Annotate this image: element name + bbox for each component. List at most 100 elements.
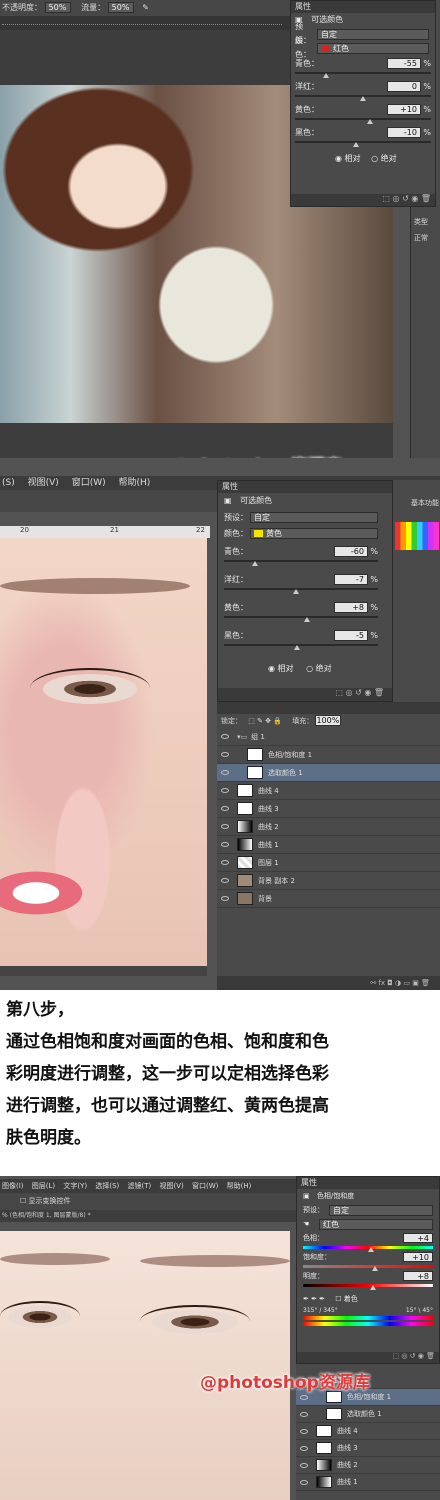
slider-track[interactable]: [224, 616, 378, 618]
mask-icon[interactable]: ◘: [387, 979, 393, 987]
layer-row[interactable]: 选取颜色 1: [296, 1406, 440, 1423]
visibility-eye-icon[interactable]: [221, 860, 229, 865]
menu-item[interactable]: 窗口(W): [192, 1182, 218, 1190]
visibility-eye-icon[interactable]: [221, 824, 229, 829]
menu-item[interactable]: 窗口(W): [72, 478, 106, 488]
trash-icon[interactable]: 🗑: [421, 194, 431, 203]
layer-row[interactable]: 背景: [217, 890, 440, 908]
color-select[interactable]: 红色: [317, 42, 429, 54]
menu-item[interactable]: 图像(I): [2, 1182, 24, 1190]
menu-item[interactable]: 帮助(H): [118, 478, 150, 488]
visibility-icon[interactable]: ◉: [364, 688, 371, 697]
slider-knob[interactable]: [294, 645, 301, 650]
layer-row[interactable]: 色相/饱和度 1: [217, 746, 440, 764]
slider-track[interactable]: [295, 141, 431, 143]
trash-icon[interactable]: 🗑: [374, 688, 384, 697]
clip-icon[interactable]: ⬚: [335, 688, 343, 697]
visibility-eye-icon[interactable]: [300, 1411, 308, 1417]
channel-select[interactable]: 红色: [319, 1218, 433, 1230]
slider-value[interactable]: -5: [334, 629, 368, 641]
slider-track[interactable]: [295, 72, 431, 74]
new-layer-icon[interactable]: ▣: [412, 979, 419, 987]
layer-row[interactable]: 图层 1: [217, 854, 440, 872]
menu-item[interactable]: 视图(V): [28, 478, 59, 488]
visibility-eye-icon[interactable]: [221, 734, 229, 739]
visibility-eye-icon[interactable]: [300, 1394, 308, 1400]
slider-value[interactable]: +8: [403, 1271, 433, 1281]
opacity-field[interactable]: 50%: [44, 2, 71, 13]
reset-icon[interactable]: ↺: [410, 1352, 416, 1360]
view-icon[interactable]: ◎: [401, 1352, 407, 1360]
visibility-eye-icon[interactable]: [221, 896, 229, 901]
slider-knob[interactable]: [292, 589, 299, 594]
workspace-label[interactable]: 基本功能: [393, 498, 440, 508]
slider-value[interactable]: -60: [334, 545, 368, 557]
slider-track[interactable]: [303, 1284, 433, 1287]
reset-icon[interactable]: ↺: [402, 194, 409, 203]
layer-row[interactable]: 曲线 4: [296, 1423, 440, 1440]
visibility-eye-icon[interactable]: [300, 1462, 308, 1468]
visibility-eye-icon[interactable]: [300, 1479, 308, 1485]
slider-knob[interactable]: [370, 1285, 377, 1290]
h-scroll[interactable]: [0, 966, 207, 976]
reset-icon[interactable]: ↺: [355, 688, 362, 697]
clip-icon[interactable]: ⬚: [392, 1352, 399, 1360]
slider-track[interactable]: [224, 644, 378, 646]
slider-value[interactable]: -10: [387, 126, 421, 138]
radio-absolute[interactable]: ○ 绝对: [306, 664, 332, 673]
flow-field[interactable]: 50%: [107, 2, 134, 13]
layer-row[interactable]: 曲线 1: [217, 836, 440, 854]
menu-item[interactable]: 选择(S): [95, 1182, 119, 1190]
slider-knob[interactable]: [251, 561, 258, 566]
layer-row[interactable]: 选取颜色 1: [217, 764, 440, 782]
layer-row[interactable]: 曲线 2: [296, 1457, 440, 1474]
fill-field[interactable]: 100%: [315, 715, 342, 726]
group-icon[interactable]: ▭: [403, 979, 410, 987]
layer-row[interactable]: 曲线 2: [217, 818, 440, 836]
slider-knob[interactable]: [353, 142, 360, 147]
slider-track[interactable]: [224, 560, 378, 562]
lock-icons[interactable]: ⬚ ✎ ✥ 🔒: [248, 717, 282, 725]
slider-value[interactable]: -7: [334, 573, 368, 585]
slider-value[interactable]: +10: [403, 1252, 433, 1262]
view-icon[interactable]: ◎: [393, 194, 400, 203]
slider-value[interactable]: 0: [387, 80, 421, 92]
menu-item[interactable]: 视图(V): [159, 1182, 183, 1190]
slider-knob[interactable]: [322, 73, 329, 78]
menu-item[interactable]: 滤镜(T): [128, 1182, 152, 1190]
slider-track[interactable]: [224, 588, 378, 590]
preset-select[interactable]: 自定: [250, 511, 378, 523]
visibility-eye-icon[interactable]: [221, 878, 229, 883]
view-icon[interactable]: ◎: [346, 688, 353, 697]
spectrum-bar[interactable]: [303, 1316, 433, 1320]
visibility-icon[interactable]: ◉: [418, 1352, 424, 1360]
hand-icon[interactable]: ☚: [303, 1220, 319, 1228]
slider-value[interactable]: -55: [387, 57, 421, 69]
layer-row[interactable]: ▾▭ 组 1: [217, 728, 440, 746]
menu-item[interactable]: 文字(Y): [63, 1182, 87, 1190]
trash-icon[interactable]: 🗑: [426, 1352, 435, 1360]
slider-knob[interactable]: [304, 617, 311, 622]
visibility-eye-icon[interactable]: [221, 788, 229, 793]
preset-select[interactable]: 自定: [317, 28, 429, 40]
visibility-eye-icon[interactable]: [221, 770, 229, 775]
link-icon[interactable]: ⚯: [370, 979, 376, 987]
visibility-eye-icon[interactable]: [221, 806, 229, 811]
layer-row[interactable]: 曲线 4: [217, 782, 440, 800]
slider-knob[interactable]: [366, 119, 373, 124]
slider-value[interactable]: +8: [334, 601, 368, 613]
radio-absolute[interactable]: ○ 绝对: [371, 154, 397, 163]
visibility-eye-icon[interactable]: [300, 1445, 308, 1451]
visibility-eye-icon[interactable]: [221, 752, 229, 757]
eyedropper-icons[interactable]: ✒ ✒ ✒: [303, 1295, 325, 1303]
slider-knob[interactable]: [360, 96, 366, 101]
doc-tab[interactable]: % (色相/饱和度 1, 图层蒙版/8) *: [0, 1210, 296, 1222]
visibility-eye-icon[interactable]: [300, 1428, 308, 1434]
adjust-icon[interactable]: ◑: [395, 979, 401, 987]
menu-item[interactable]: (S): [2, 478, 15, 488]
visibility-icon[interactable]: ◉: [411, 194, 418, 203]
menu-item[interactable]: 帮助(H): [227, 1182, 252, 1190]
radio-relative[interactable]: ◉ 相对: [335, 154, 361, 163]
layer-row[interactable]: 曲线 3: [296, 1440, 440, 1457]
colorize-checkbox[interactable]: ☐: [335, 1295, 344, 1303]
